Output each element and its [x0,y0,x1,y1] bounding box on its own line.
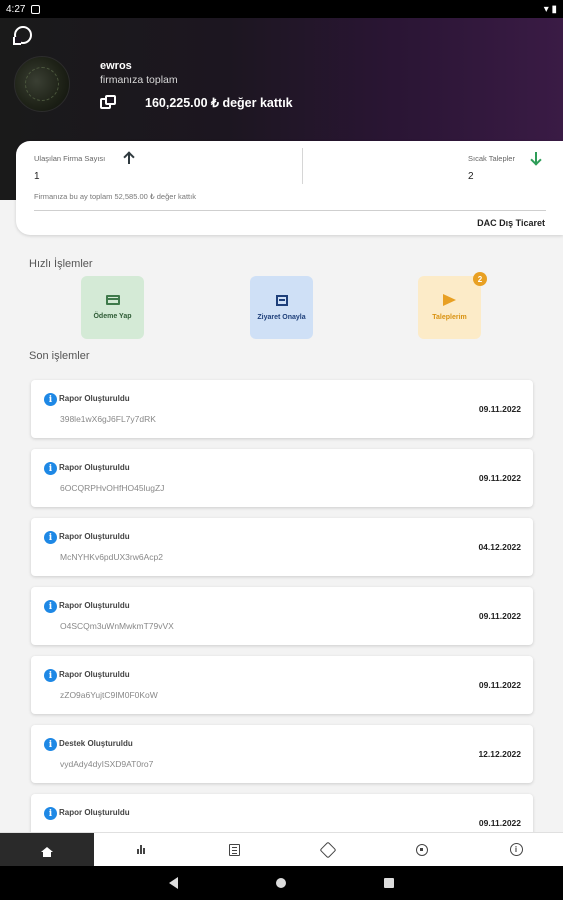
info-icon: i [44,531,57,544]
nav-home[interactable] [0,833,94,866]
item-date: 04.12.2022 [478,542,521,552]
whatsapp-icon[interactable] [13,26,32,45]
hot-requests-value: 2 [468,171,474,182]
credit-card-icon [105,295,120,305]
status-bar: 4:27 ▾ ▮ [0,0,563,18]
item-title: Destek Oluşturuldu [59,739,133,748]
info-icon: i [44,669,57,682]
item-title: Rapor Oluşturuldu [59,670,130,679]
recent-title: Son işlemler [29,350,90,362]
my-requests-label: Taleplerim [432,314,467,321]
item-title: Rapor Oluşturuldu [59,601,130,610]
item-date: 09.11.2022 [478,404,521,414]
item-date: 09.11.2022 [478,473,521,483]
company-name: ewros [100,60,132,72]
home-icon [40,847,53,857]
list-item[interactable]: i Rapor Oluşturuldu 398le1wX6gJ6FL7y7dRK… [31,380,533,438]
nav-info[interactable]: i [469,833,563,866]
requests-badge: 2 [473,272,487,286]
item-title: Rapor Oluşturuldu [59,463,130,472]
status-time: 4:27 [6,3,26,15]
info-icon: i [44,807,57,820]
divider [34,210,546,211]
bar-chart-icon [136,845,145,854]
arrow-up-icon [123,151,135,165]
notification-icon [31,4,41,14]
list-item[interactable]: i Rapor Oluşturuldu zZO9a6YujtC9IM0F0KoW… [31,656,533,714]
send-icon [443,294,456,306]
support-icon [416,843,429,856]
reached-companies-label: Ulaşılan Firma Sayısı [34,154,106,163]
item-title: Rapor Oluşturuldu [59,394,130,403]
item-code: 6OCQRPHvOHfHO45lugZJ [60,483,165,493]
item-code: zZO9a6YujtC9IM0F0KoW [60,690,158,700]
divider [302,148,303,184]
system-nav-bar [0,866,563,900]
item-code: O4SCQm3uWnMwkmT79vVX [60,621,174,631]
item-date: 09.11.2022 [478,680,521,690]
recent-apps-icon[interactable] [384,878,394,888]
info-icon: i [44,462,57,475]
nav-handshake[interactable] [281,833,375,866]
item-code: 398le1wX6gJ6FL7y7dRK [60,414,156,424]
list-item[interactable]: i Destek Oluşturuldu vydAdy4dyISXD9AT0ro… [31,725,533,783]
status-icons: ▾ ▮ [543,3,557,15]
monthly-total-text: Firmanıza bu ay toplam 52,585.00 ₺ değer… [34,192,196,201]
nav-stats[interactable] [94,833,188,866]
info-icon: i [44,738,57,751]
item-date: 09.11.2022 [478,611,521,621]
hot-requests-label: Sıcak Talepler [468,154,515,163]
back-icon[interactable] [169,877,178,889]
handshake-icon [319,841,337,858]
item-date: 12.12.2022 [478,749,521,759]
copy-icon [100,95,116,109]
item-date: 09.11.2022 [478,818,521,828]
quick-actions-title: Hızlı İşlemler [29,258,93,270]
list-item[interactable]: i Rapor Oluşturuldu O4SCQm3uWnMwkmT79vVX… [31,587,533,645]
header-subtitle: firmanıza toplam [100,74,178,86]
bottom-nav: i [0,832,563,866]
list-item[interactable]: i Rapor Oluşturuldu 6OCQRPHvOHfHO45lugZJ… [31,449,533,507]
arrow-down-icon [530,151,542,165]
item-title: Rapor Oluşturuldu [59,808,130,817]
info-icon: i [509,843,523,856]
total-value: 160,225.00 ₺ değer kattık [145,96,293,110]
list-item[interactable]: i Rapor Oluşturuldu McNYHKv6pdUX3rw6Acp2… [31,518,533,576]
item-code: vydAdy4dyISXD9AT0ro7 [60,759,154,769]
info-icon: i [44,393,57,406]
pay-button[interactable]: Ödeme Yap [81,276,144,339]
calendar-icon [275,294,288,306]
item-title: Rapor Oluşturuldu [59,532,130,541]
confirm-visit-button[interactable]: Ziyaret Onayla [250,276,313,339]
calculator-icon [229,843,241,856]
company-label: DAC Dış Ticaret [477,218,545,228]
pay-label: Ödeme Yap [93,313,132,320]
nav-calculator[interactable] [188,833,282,866]
company-avatar [14,56,70,112]
info-icon: i [44,600,57,613]
nav-support[interactable] [375,833,469,866]
my-requests-button[interactable]: 2 Taleplerim [418,272,487,339]
confirm-visit-label: Ziyaret Onayla [257,313,306,321]
stats-card: Ulaşılan Firma Sayısı 1 Sıcak Talepler 2… [16,141,563,235]
item-code: McNYHKv6pdUX3rw6Acp2 [60,552,163,562]
home-circle-icon[interactable] [276,878,286,888]
reached-companies-value: 1 [34,171,40,182]
